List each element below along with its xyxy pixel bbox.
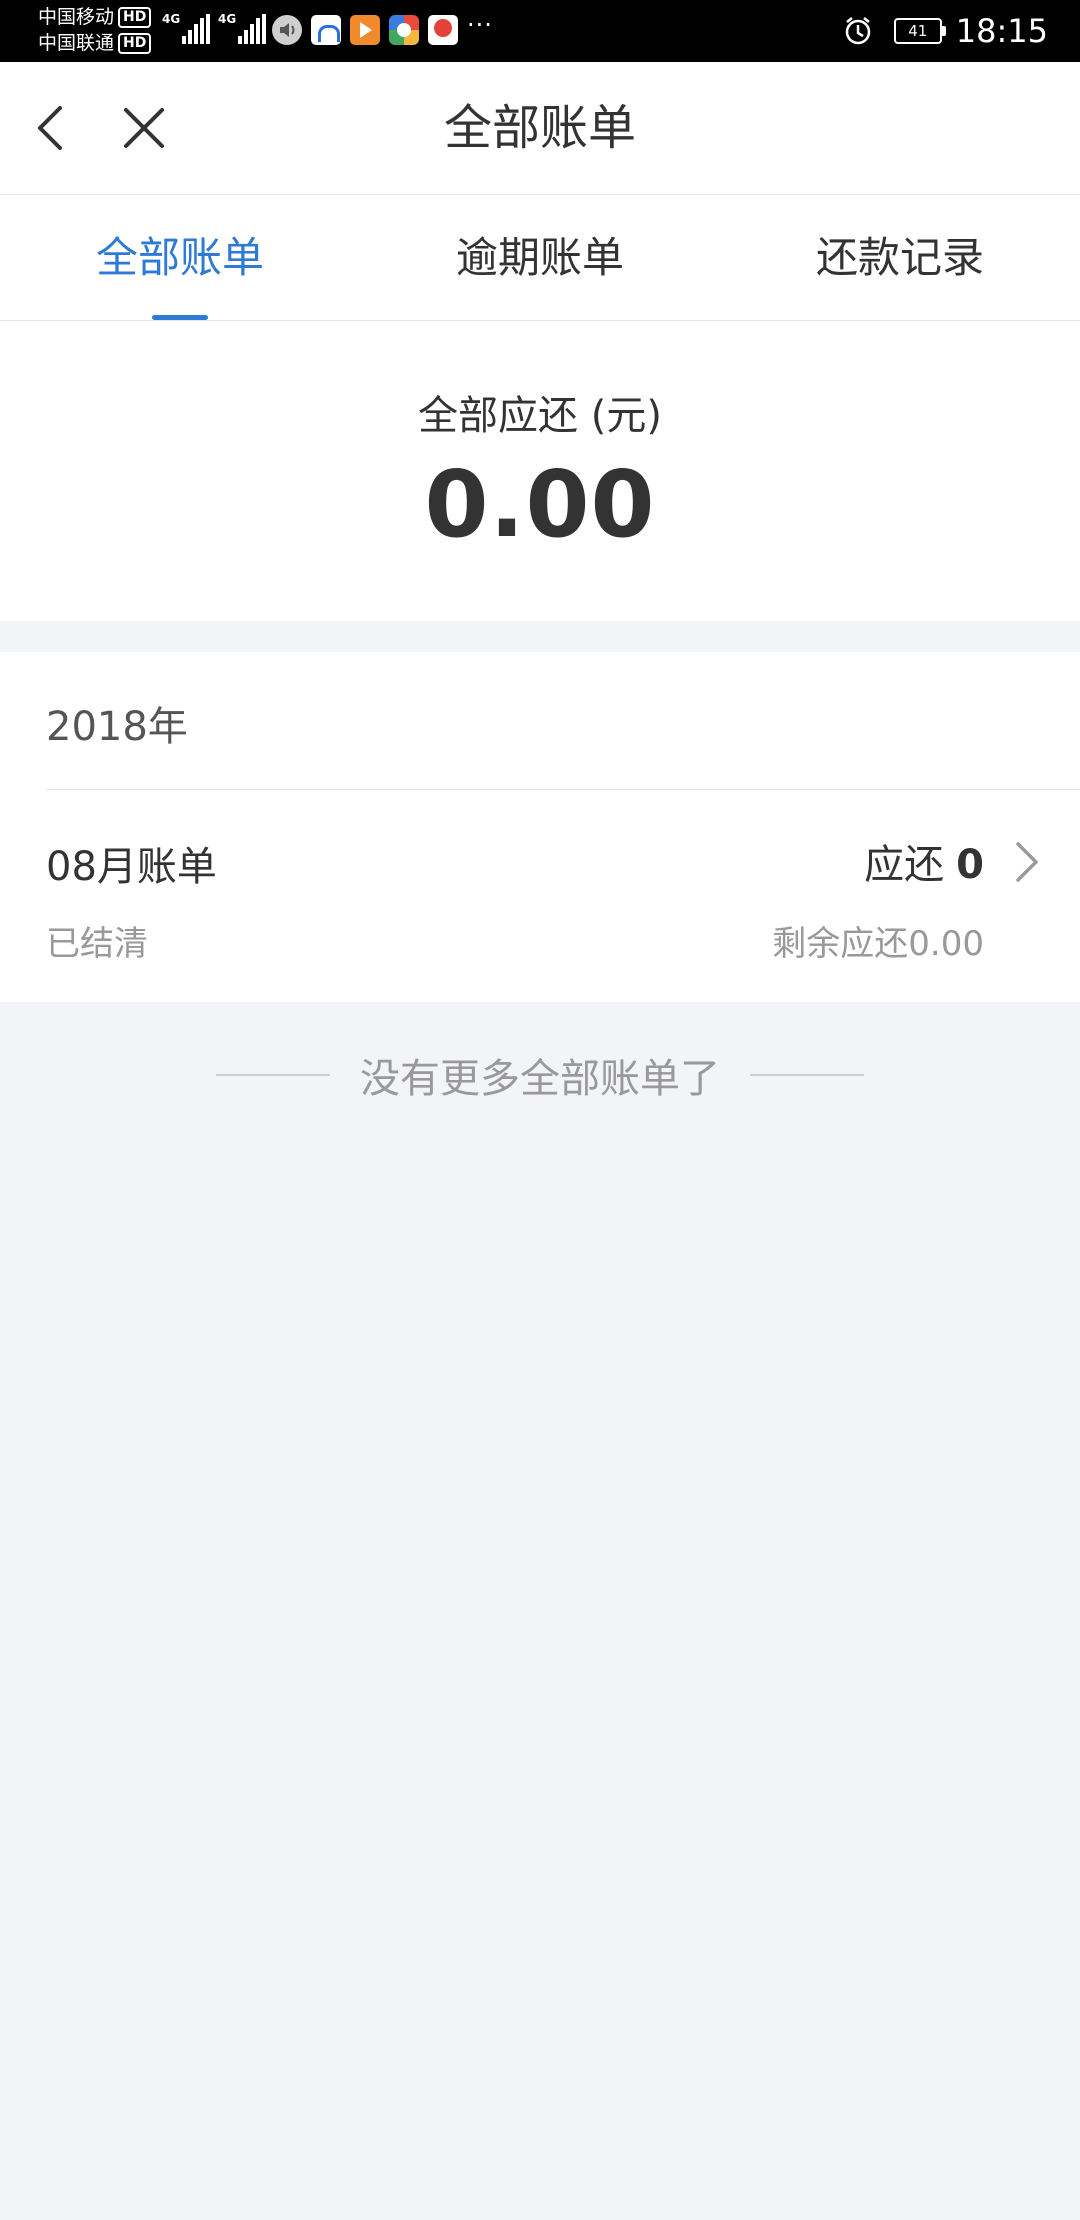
battery-icon: 41 <box>893 18 946 44</box>
tab-label: 全部账单 <box>95 233 264 282</box>
summary-label: 全部应还 (元) <box>418 393 662 439</box>
bill-row[interactable]: 08月账单 已结清 应还 0 剩余应还0.00 <box>0 790 1080 1002</box>
volume-icon <box>272 15 302 45</box>
tab-repayment-records[interactable]: 还款记录 <box>720 195 1080 320</box>
tab-bar: 全部账单 逾期账单 还款记录 <box>0 195 1080 321</box>
bill-list: 2018年 08月账单 已结清 应还 0 剩余应还0.00 <box>0 652 1080 1002</box>
divider <box>750 1074 864 1076</box>
bill-due-label: 应还 <box>864 842 945 888</box>
tab-label: 还款记录 <box>815 233 984 282</box>
nav-bar: 全部账单 <box>0 62 1080 195</box>
close-button[interactable] <box>114 98 174 158</box>
tab-all-bills[interactable]: 全部账单 <box>0 195 360 320</box>
back-button[interactable] <box>24 98 84 158</box>
hd-badge: HD <box>118 6 152 28</box>
bill-remaining: 剩余应还0.00 <box>772 924 984 964</box>
multicolor-app-icon <box>389 15 419 45</box>
status-bar: 中国移动 HD 中国联通 HD 4G 4G ··· 41 18:15 <box>0 0 1080 62</box>
bill-status: 已结清 <box>46 924 148 964</box>
orange-play-app-icon <box>350 15 380 45</box>
more-notifications-icon: ··· <box>467 11 493 39</box>
blue-app-icon <box>311 15 341 45</box>
active-tab-indicator <box>152 315 208 320</box>
year-header: 2018年 <box>46 704 188 750</box>
network-type-label: 4G <box>218 12 237 26</box>
tab-label: 逾期账单 <box>455 233 624 282</box>
tab-overdue-bills[interactable]: 逾期账单 <box>360 195 720 320</box>
notification-icons: ··· <box>272 11 493 45</box>
signal-strength-icon: 4G <box>162 12 212 44</box>
amount-summary: 全部应还 (元) 0.00 <box>0 321 1080 621</box>
divider <box>216 1074 330 1076</box>
chevron-left-icon <box>38 106 62 150</box>
red-map-app-icon <box>428 15 458 45</box>
clock: 18:15 <box>955 12 1048 50</box>
status-right: 41 18:15 <box>842 10 1048 52</box>
battery-level: 41 <box>908 22 928 40</box>
bill-title: 08月账单 <box>46 844 217 890</box>
bill-due-value: 0 <box>956 842 984 888</box>
carrier-1-label: 中国移动 <box>38 6 115 28</box>
carrier-info: 中国移动 HD 中国联通 HD <box>38 4 152 56</box>
end-of-list: 没有更多全部账单了 <box>0 1040 1080 1110</box>
bill-due: 应还 0 <box>864 832 984 890</box>
network-type-label: 4G <box>162 12 181 26</box>
alarm-icon <box>845 17 871 45</box>
hd-badge: HD <box>118 32 152 54</box>
carrier-2-label: 中国联通 <box>38 32 115 54</box>
end-of-list-text: 没有更多全部账单了 <box>360 1056 720 1102</box>
chevron-right-icon <box>1016 842 1038 882</box>
summary-amount: 0.00 <box>424 451 656 558</box>
signal-strength-icon: 4G <box>218 12 268 44</box>
close-icon <box>124 108 164 148</box>
